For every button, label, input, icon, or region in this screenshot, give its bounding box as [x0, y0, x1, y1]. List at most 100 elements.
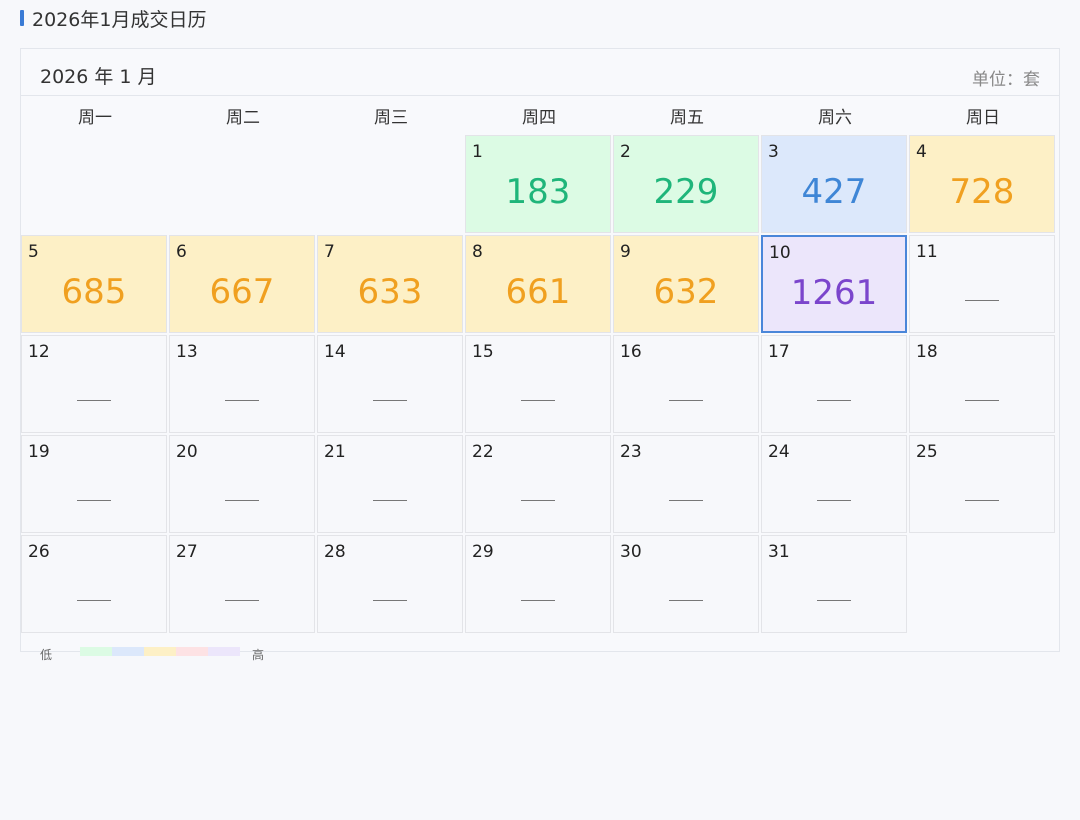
day-cell[interactable]: 8 661: [465, 235, 611, 333]
day-number: 10: [769, 243, 791, 263]
no-data-dash: [373, 500, 407, 501]
no-data-dash: [817, 500, 851, 501]
day-number: 11: [916, 242, 938, 262]
day-number: 14: [324, 342, 346, 362]
day-number: 2: [620, 142, 631, 162]
day-cell[interactable]: 1 183: [465, 135, 611, 233]
month-label: 2026 年 1 月: [40, 66, 157, 88]
legend-swatch: [144, 647, 176, 656]
day-number: 31: [768, 542, 790, 562]
day-deal-count: 633: [357, 272, 423, 312]
no-data-dash: [225, 500, 259, 501]
day-cell[interactable]: 11: [909, 235, 1055, 333]
no-data-dash: [817, 600, 851, 601]
page-title-text: 2026年1月成交日历: [32, 8, 207, 31]
no-data-dash: [521, 600, 555, 601]
day-number: 15: [472, 342, 494, 362]
legend-high-label: 高: [252, 648, 265, 662]
day-cell[interactable]: 16: [613, 335, 759, 433]
day-cell[interactable]: 14: [317, 335, 463, 433]
day-cell[interactable]: 21: [317, 435, 463, 533]
day-number: 13: [176, 342, 198, 362]
day-number: 17: [768, 342, 790, 362]
day-cell[interactable]: 18: [909, 335, 1055, 433]
day-cell-selected[interactable]: 10 1261: [761, 235, 907, 333]
day-cell[interactable]: 4 728: [909, 135, 1055, 233]
day-cell[interactable]: 3 427: [761, 135, 907, 233]
legend-swatch: [208, 647, 240, 656]
day-cell[interactable]: 20: [169, 435, 315, 533]
day-deal-count: 685: [61, 272, 127, 312]
day-cell[interactable]: 31: [761, 535, 907, 633]
weekday-header: 周四: [522, 108, 556, 128]
day-cell[interactable]: 19: [21, 435, 167, 533]
day-cell[interactable]: 28: [317, 535, 463, 633]
day-number: 29: [472, 542, 494, 562]
day-cell[interactable]: 9 632: [613, 235, 759, 333]
weekday-header: 周日: [966, 108, 1000, 128]
day-deal-count: 229: [653, 172, 719, 212]
no-data-dash: [77, 400, 111, 401]
day-number: 23: [620, 442, 642, 462]
day-cell[interactable]: 26: [21, 535, 167, 633]
day-number: 25: [916, 442, 938, 462]
legend-swatch: [176, 647, 208, 656]
no-data-dash: [669, 600, 703, 601]
day-cell[interactable]: 13: [169, 335, 315, 433]
day-cell[interactable]: 7 633: [317, 235, 463, 333]
weekday-header: 周六: [818, 108, 852, 128]
page-title: 2026年1月成交日历: [20, 6, 207, 31]
day-cell[interactable]: 24: [761, 435, 907, 533]
day-number: 19: [28, 442, 50, 462]
no-data-dash: [669, 400, 703, 401]
legend-swatch: [112, 647, 144, 656]
no-data-dash: [373, 400, 407, 401]
day-deal-count: 661: [505, 272, 571, 312]
day-deal-count: 632: [653, 272, 719, 312]
day-cell[interactable]: 2 229: [613, 135, 759, 233]
legend-color-scale: [80, 647, 240, 656]
day-cell[interactable]: 30: [613, 535, 759, 633]
day-number: 12: [28, 342, 50, 362]
weekday-header: 周二: [226, 108, 260, 128]
day-deal-count: 183: [505, 172, 571, 212]
day-cell[interactable]: 6 667: [169, 235, 315, 333]
day-number: 28: [324, 542, 346, 562]
day-number: 6: [176, 242, 187, 262]
day-number: 4: [916, 142, 927, 162]
day-cell[interactable]: 5 685: [21, 235, 167, 333]
no-data-dash: [817, 400, 851, 401]
day-number: 8: [472, 242, 483, 262]
day-number: 1: [472, 142, 483, 162]
weekday-header: 周一: [78, 108, 112, 128]
no-data-dash: [77, 600, 111, 601]
day-number: 26: [28, 542, 50, 562]
day-deal-count: 667: [209, 272, 275, 312]
weekday-header: 周三: [374, 108, 408, 128]
weekday-header: 周五: [670, 108, 704, 128]
day-cell[interactable]: 22: [465, 435, 611, 533]
day-deal-count: 728: [949, 172, 1015, 212]
no-data-dash: [669, 500, 703, 501]
day-number: 20: [176, 442, 198, 462]
day-cell[interactable]: 15: [465, 335, 611, 433]
no-data-dash: [965, 500, 999, 501]
no-data-dash: [965, 300, 999, 301]
no-data-dash: [521, 500, 555, 501]
day-cell[interactable]: 23: [613, 435, 759, 533]
day-cell[interactable]: 29: [465, 535, 611, 633]
no-data-dash: [225, 600, 259, 601]
day-number: 3: [768, 142, 779, 162]
day-cell[interactable]: 27: [169, 535, 315, 633]
day-deal-count: 427: [801, 172, 867, 212]
day-cell[interactable]: 17: [761, 335, 907, 433]
day-number: 27: [176, 542, 198, 562]
day-cell[interactable]: 25: [909, 435, 1055, 533]
day-cell[interactable]: 12: [21, 335, 167, 433]
day-deal-count: 1261: [790, 273, 878, 313]
legend-swatch: [80, 647, 112, 656]
calendar-card: 2026 年 1 月 单位：套 周一 周二 周三 周四 周五 周六 周日 1 183 2 229 3…: [20, 48, 1060, 652]
calendar-header: 2026 年 1 月 单位：套: [21, 49, 1059, 96]
day-number: 16: [620, 342, 642, 362]
no-data-dash: [521, 400, 555, 401]
